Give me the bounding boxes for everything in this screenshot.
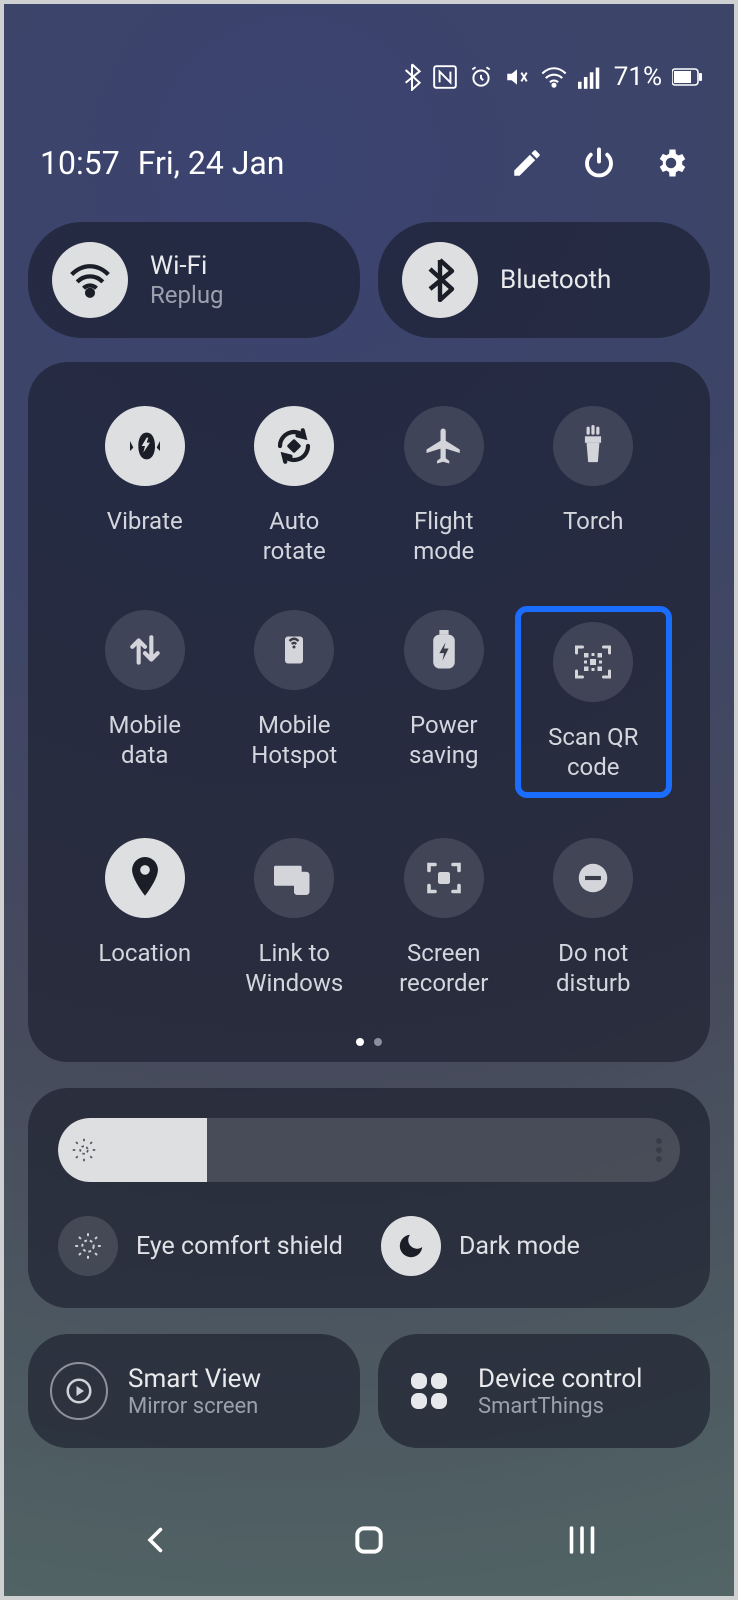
- power-label: Power saving: [409, 710, 478, 770]
- toggle-hotspot[interactable]: Mobile Hotspot: [220, 610, 370, 794]
- device-control-button[interactable]: Device control SmartThings: [378, 1334, 710, 1448]
- alarm-status-icon: [468, 64, 494, 90]
- vibrate-icon: [105, 406, 185, 486]
- toggle-linkwin[interactable]: Link to Windows: [220, 838, 370, 998]
- toggle-screenrec[interactable]: Screen recorder: [369, 838, 519, 998]
- smart-view-sub: Mirror screen: [128, 1394, 261, 1419]
- clock-time: 10:57: [40, 144, 120, 182]
- nfc-status-icon: [432, 64, 458, 90]
- screenrec-label: Screen recorder: [399, 938, 488, 998]
- navigation-bar: [4, 1520, 734, 1560]
- device-control-icon: [400, 1362, 458, 1420]
- sun-icon: [69, 1135, 99, 1165]
- battery-text: 71%: [614, 62, 662, 92]
- linkwin-label: Link to Windows: [245, 938, 343, 998]
- smart-view-icon: [50, 1362, 108, 1420]
- clock-date: Fri, 24 Jan: [138, 144, 285, 182]
- bluetooth-toggle[interactable]: Bluetooth: [378, 222, 710, 338]
- dnd-icon: [553, 838, 633, 918]
- bluetooth-status-icon: [402, 63, 422, 91]
- back-button[interactable]: [116, 1522, 196, 1558]
- mute-status-icon: [504, 64, 530, 90]
- bluetooth-icon: [402, 242, 478, 318]
- hotspot-label: Mobile Hotspot: [251, 710, 337, 770]
- location-icon: [105, 838, 185, 918]
- brightness-card: Eye comfort shield Dark mode: [28, 1088, 710, 1308]
- toggle-power[interactable]: Power saving: [369, 610, 519, 794]
- bluetooth-label: Bluetooth: [500, 265, 611, 295]
- brightness-more-icon[interactable]: [656, 1138, 662, 1162]
- toggle-dnd[interactable]: Do not disturb: [519, 838, 669, 998]
- qr-label: Scan QR code: [548, 722, 638, 782]
- settings-button[interactable]: [644, 136, 698, 190]
- smart-view-title: Smart View: [128, 1364, 261, 1394]
- torch-icon: [553, 406, 633, 486]
- recents-button[interactable]: [542, 1525, 622, 1555]
- mobiledata-icon: [105, 610, 185, 690]
- dark-mode-toggle[interactable]: Dark mode: [381, 1216, 680, 1276]
- dnd-label: Do not disturb: [556, 938, 630, 998]
- flight-label: Flight mode: [413, 506, 474, 566]
- eye-comfort-toggle[interactable]: Eye comfort shield: [58, 1216, 357, 1276]
- smart-view-button[interactable]: Smart View Mirror screen: [28, 1334, 360, 1448]
- wifi-network: Replug: [150, 281, 224, 309]
- quick-settings-panel: Vibrate Auto rotate Flight mode Torch Mobile…: [28, 362, 710, 1062]
- toggle-location[interactable]: Location: [70, 838, 220, 998]
- battery-icon: [672, 68, 702, 86]
- toggle-autorotate[interactable]: Auto rotate: [220, 406, 370, 566]
- toggle-mobiledata[interactable]: Mobile data: [70, 610, 220, 794]
- toggle-qr[interactable]: Scan QR code: [519, 610, 669, 794]
- vibrate-label: Vibrate: [107, 506, 183, 536]
- eye-comfort-icon: [58, 1216, 118, 1276]
- eye-comfort-label: Eye comfort shield: [136, 1232, 343, 1261]
- status-bar: 71%: [4, 4, 734, 106]
- toggle-vibrate[interactable]: Vibrate: [70, 406, 220, 566]
- power-icon: [404, 610, 484, 690]
- toggle-flight[interactable]: Flight mode: [369, 406, 519, 566]
- toggle-torch[interactable]: Torch: [519, 406, 669, 566]
- cell-signal-icon: [578, 65, 604, 89]
- autorotate-icon: [254, 406, 334, 486]
- edit-button[interactable]: [500, 136, 554, 190]
- flight-icon: [404, 406, 484, 486]
- moon-icon: [381, 1216, 441, 1276]
- wifi-status-icon: [540, 65, 568, 89]
- qs-header: 10:57 Fri, 24 Jan: [4, 106, 734, 222]
- bottom-row: Smart View Mirror screen Device control …: [4, 1334, 734, 1472]
- torch-label: Torch: [563, 506, 624, 536]
- wifi-toggle[interactable]: Wi-Fi Replug: [28, 222, 360, 338]
- autorotate-label: Auto rotate: [263, 506, 326, 566]
- wifi-icon: [52, 242, 128, 318]
- connectivity-row: Wi-Fi Replug Bluetooth: [4, 222, 734, 362]
- location-label: Location: [98, 938, 191, 968]
- page-indicator: [52, 1038, 686, 1062]
- brightness-slider[interactable]: [58, 1118, 680, 1182]
- screenrec-icon: [404, 838, 484, 918]
- mobiledata-label: Mobile data: [108, 710, 181, 770]
- qr-icon: [553, 622, 633, 702]
- wifi-label: Wi-Fi: [150, 251, 224, 281]
- device-control-sub: SmartThings: [478, 1394, 642, 1419]
- power-button[interactable]: [572, 136, 626, 190]
- home-button[interactable]: [329, 1520, 409, 1560]
- linkwin-icon: [254, 838, 334, 918]
- hotspot-icon: [254, 610, 334, 690]
- dark-mode-label: Dark mode: [459, 1232, 580, 1261]
- device-control-title: Device control: [478, 1364, 642, 1394]
